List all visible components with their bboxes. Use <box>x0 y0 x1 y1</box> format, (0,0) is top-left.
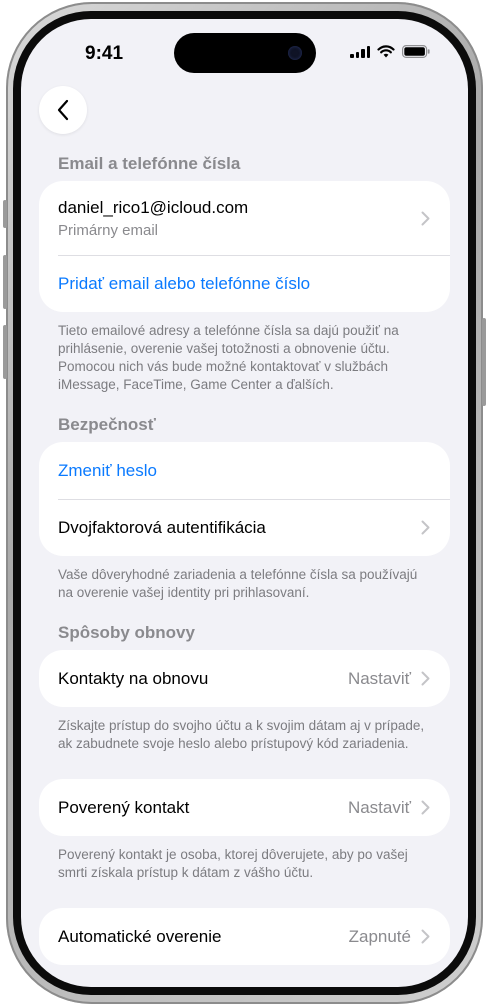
recovery-footer: Získajte prístup do svojho účtu a k svoj… <box>58 718 425 751</box>
email-group: daniel_rico1@icloud.com Primárny email P… <box>39 181 450 312</box>
battery-icon <box>402 45 430 58</box>
auto-verification-label: Automatické overenie <box>58 926 222 946</box>
add-email-or-phone-link[interactable]: Pridať email alebo telefónne číslo <box>58 274 310 294</box>
status-icons <box>350 45 430 58</box>
chevron-right-icon <box>421 671 430 686</box>
two-factor-row[interactable]: Dvojfaktorová autentifikácia <box>39 499 450 556</box>
chevron-right-icon <box>421 520 430 535</box>
recovery-contacts-row[interactable]: Kontakty na obnovu Nastaviť <box>39 650 450 707</box>
legacy-footer: Poverený kontakt je osoba, ktorej dôveru… <box>58 847 408 880</box>
status-bar: 9:41 <box>21 19 468 79</box>
screen: 9:41 Email a telefónne čísla daniel_rico… <box>21 19 468 987</box>
section-header-email: Email a telefónne čísla <box>58 154 241 173</box>
legacy-contact-value: Nastaviť <box>347 797 411 817</box>
two-factor-label: Dvojfaktorová autentifikácia <box>58 517 266 537</box>
auto-verification-value: Zapnuté <box>348 926 411 946</box>
status-time: 9:41 <box>85 43 124 64</box>
change-password-link[interactable]: Zmeniť heslo <box>58 461 157 481</box>
chevron-right-icon <box>421 800 430 815</box>
add-email-or-phone-row[interactable]: Pridať email alebo telefónne číslo <box>39 255 450 312</box>
legacy-contact-label: Poverený kontakt <box>58 797 190 817</box>
auto-verification-row[interactable]: Automatické overenie Zapnuté <box>39 908 450 965</box>
power-button <box>482 318 486 406</box>
section-header-security: Bezpečnosť <box>58 415 156 434</box>
primary-email-address: daniel_rico1@icloud.com <box>58 197 249 217</box>
chevron-left-icon <box>57 99 69 121</box>
action-button <box>3 200 7 228</box>
settings-list: Email a telefónne čísla daniel_rico1@icl… <box>39 149 450 965</box>
chevron-right-icon <box>421 211 430 225</box>
primary-email-label: Primárny email <box>58 221 159 239</box>
legacy-contact-row[interactable]: Poverený kontakt Nastaviť <box>39 779 450 836</box>
primary-email-row[interactable]: daniel_rico1@icloud.com Primárny email <box>39 181 450 255</box>
wifi-icon <box>377 45 395 58</box>
recovery-contacts-label: Kontakty na obnovu <box>58 668 209 688</box>
section-header-recovery: Spôsoby obnovy <box>58 623 195 642</box>
dynamic-island <box>174 33 316 73</box>
front-camera-icon <box>288 46 302 60</box>
auto-verification-group: Automatické overenie Zapnuté <box>39 908 450 965</box>
recovery-group: Kontakty na obnovu Nastaviť <box>39 650 450 707</box>
recovery-contacts-value: Nastaviť <box>347 668 411 688</box>
email-footer: Tieto emailové adresy a telefónne čísla … <box>58 323 399 392</box>
back-button[interactable] <box>39 86 87 134</box>
volume-down-button <box>3 325 7 379</box>
security-footer: Vaše dôveryhodné zariadenia a telefónne … <box>58 567 418 600</box>
security-group: Zmeniť heslo Dvojfaktorová autentifikáci… <box>39 442 450 556</box>
legacy-group: Poverený kontakt Nastaviť <box>39 779 450 836</box>
change-password-row[interactable]: Zmeniť heslo <box>39 442 450 499</box>
cellular-signal-icon <box>350 45 370 58</box>
volume-up-button <box>3 255 7 309</box>
chevron-right-icon <box>421 929 430 944</box>
